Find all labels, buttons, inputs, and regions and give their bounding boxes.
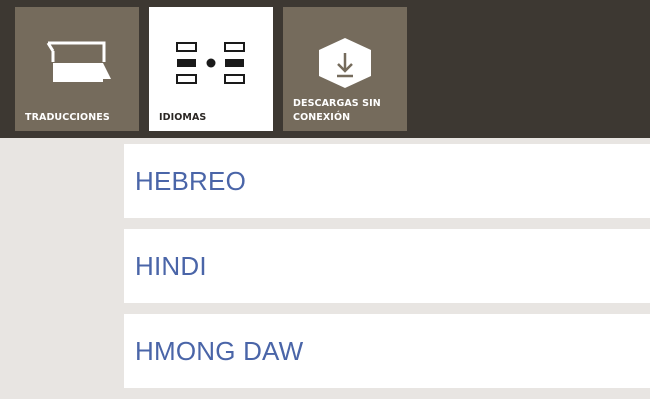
tab-languages-label: IDIOMAS	[159, 112, 207, 123]
list-item-hmong-daw[interactable]: HMONG DAW	[124, 314, 650, 388]
tab-translations[interactable]: TRADUCCIONES	[15, 7, 139, 131]
tab-offline-downloads-label: DESCARGAS SIN CONEXIÓN	[293, 98, 381, 123]
top-navigation-bar: TRADUCCIONES IDIOMAS DESCARGAS SIN CONEX…	[0, 0, 650, 138]
list-item-hebrew[interactable]: HEBREO	[124, 144, 650, 218]
list-item-label: HINDI	[135, 251, 207, 281]
tab-languages[interactable]: IDIOMAS	[149, 7, 273, 131]
language-list: HEBREO HINDI HMONG DAW	[124, 144, 650, 399]
list-item-label: HMONG DAW	[135, 336, 304, 366]
list-item-label: HEBREO	[135, 166, 247, 196]
list-item-hindi[interactable]: HINDI	[124, 229, 650, 303]
tab-translations-label: TRADUCCIONES	[25, 112, 110, 123]
tab-offline-downloads[interactable]: DESCARGAS SIN CONEXIÓN	[283, 7, 407, 131]
